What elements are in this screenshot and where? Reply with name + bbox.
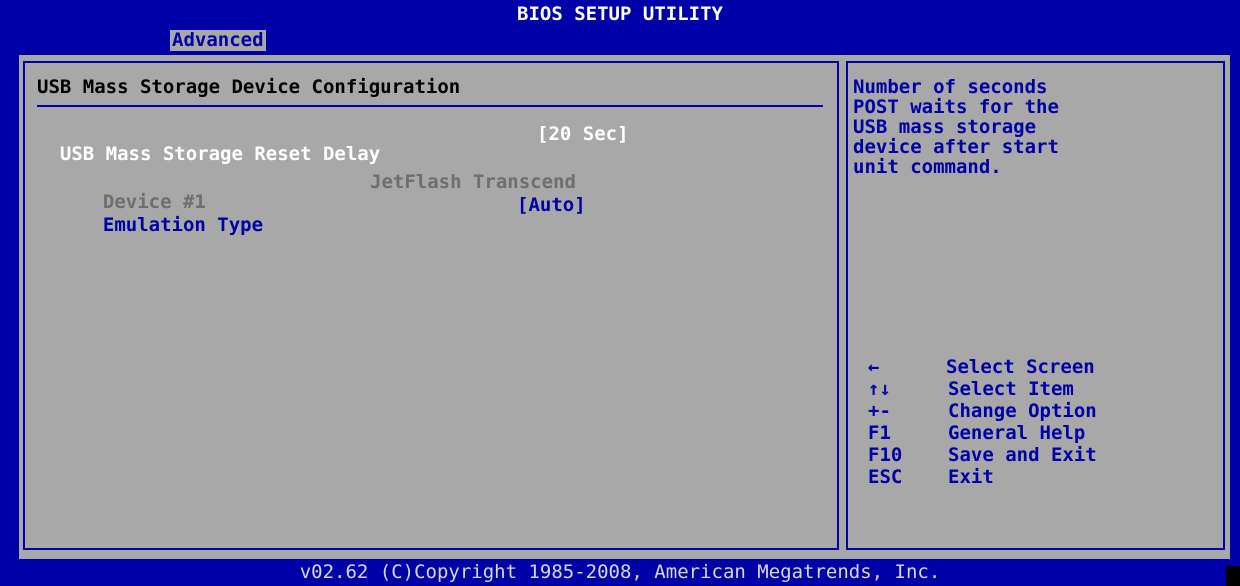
key-desc: Change Option <box>948 400 1097 422</box>
emulation-type-option[interactable]: Emulation Type [Auto] <box>80 195 586 255</box>
help-line: unit command. <box>853 156 1002 178</box>
help-line: device after start <box>853 136 1059 158</box>
section-title: USB Mass Storage Device Configuration <box>37 76 461 98</box>
key-row-change-option: +- Change Option <box>868 400 1097 423</box>
key-row-exit: ESC Exit <box>868 466 994 489</box>
bios-title: BIOS SETUP UTILITY <box>517 3 723 25</box>
cursor-block <box>1226 566 1240 586</box>
key-row-select-item: ↑↓ Select Item <box>868 378 1074 401</box>
key-desc: Save and Exit <box>948 444 1097 466</box>
key-row-select-screen: ← Select Screen <box>868 356 1095 379</box>
title-bar: BIOS SETUP UTILITY Advanced <box>0 0 1240 55</box>
key-desc: Select Screen <box>946 356 1095 378</box>
emulation-type-label: Emulation Type <box>102 214 264 236</box>
key-legend: ← Select Screen ↑↓ Select Item +- Change… <box>868 356 1097 489</box>
section-divider <box>37 105 823 107</box>
left-arrow-icon: ← <box>868 356 880 378</box>
key-row-general-help: F1 General Help <box>868 422 1085 445</box>
key-name: F1 <box>868 422 891 444</box>
reset-delay-value[interactable]: [20 Sec] <box>537 124 629 144</box>
copyright-footer: v02.62 (C)Copyright 1985-2008, American … <box>299 561 941 583</box>
key-desc: Exit <box>948 466 994 488</box>
tab-advanced[interactable]: Advanced <box>170 30 266 51</box>
emulation-type-value[interactable]: [Auto] <box>517 195 586 215</box>
key-desc: Select Item <box>948 378 1074 400</box>
reset-delay-label: USB Mass Storage Reset Delay <box>59 143 381 165</box>
key-name: ESC <box>868 466 903 488</box>
help-line: POST waits for the <box>853 96 1059 118</box>
up-down-arrow-icon: ↑↓ <box>868 378 891 400</box>
key-desc: General Help <box>948 422 1086 444</box>
key-row-save-exit: F10 Save and Exit <box>868 444 1097 467</box>
help-line: Number of seconds <box>853 76 1048 98</box>
device-value: JetFlash Transcend <box>370 171 576 193</box>
plus-minus-icon: +- <box>868 400 891 422</box>
help-description: Number of seconds POST waits for the USB… <box>853 77 1213 177</box>
key-name: F10 <box>868 444 903 466</box>
help-line: USB mass storage <box>853 116 1037 138</box>
